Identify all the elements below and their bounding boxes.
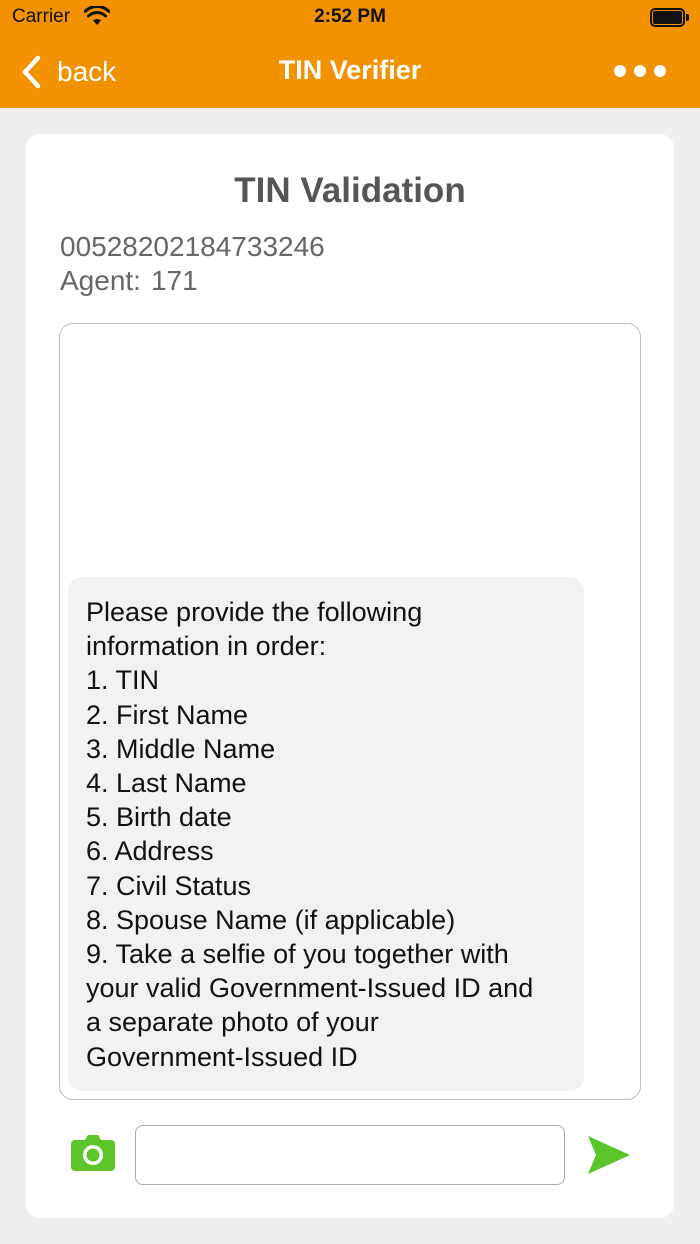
message-line: a separate photo of your: [86, 1007, 379, 1038]
message-line: Government-Issued ID: [86, 1041, 358, 1072]
message-line: 4. Last Name: [86, 768, 247, 799]
message-line: 7. Civil Status: [86, 870, 252, 901]
more-icon[interactable]: [612, 58, 668, 84]
message-line: 5. Birth date: [86, 802, 232, 833]
chevron-left-icon: [22, 55, 41, 89]
status-bar: Carrier 2:52 PM: [0, 0, 700, 36]
message-line: 8. Spouse Name (if applicable): [86, 904, 456, 935]
message-input[interactable]: [135, 1125, 565, 1185]
message-line: 1. TIN: [86, 665, 160, 696]
message-line: 3. Middle Name: [86, 733, 276, 764]
message-bubble: Please provide the following information…: [68, 577, 584, 1091]
back-button[interactable]: back: [18, 52, 116, 92]
message-line: your valid Government-Issued ID and: [86, 973, 534, 1004]
app-header: Carrier 2:52 PM back TIN Verifier: [0, 0, 700, 108]
message-intro: Please provide the following information…: [86, 597, 423, 662]
validation-card: TIN Validation 00528202184733246 Agent: 1…: [26, 134, 674, 1218]
tin-number: 00528202184733246: [60, 231, 325, 262]
camera-icon[interactable]: [70, 1134, 116, 1172]
message-line: 6. Address: [86, 836, 214, 867]
agent-info: Agent: 171: [60, 265, 198, 297]
status-time: 2:52 PM: [314, 6, 386, 27]
message-line: 9. Take a selfie of you together with: [86, 939, 509, 970]
battery-icon: [650, 8, 690, 28]
back-label: back: [57, 56, 117, 87]
page-title: TIN Validation: [234, 171, 466, 210]
chat-area[interactable]: Please provide the following information…: [59, 323, 641, 1100]
agent-value: 171: [150, 265, 198, 296]
agent-label: Agent:: [60, 265, 141, 296]
message-line: 2. First Name: [86, 699, 249, 730]
send-icon[interactable]: [586, 1134, 632, 1176]
